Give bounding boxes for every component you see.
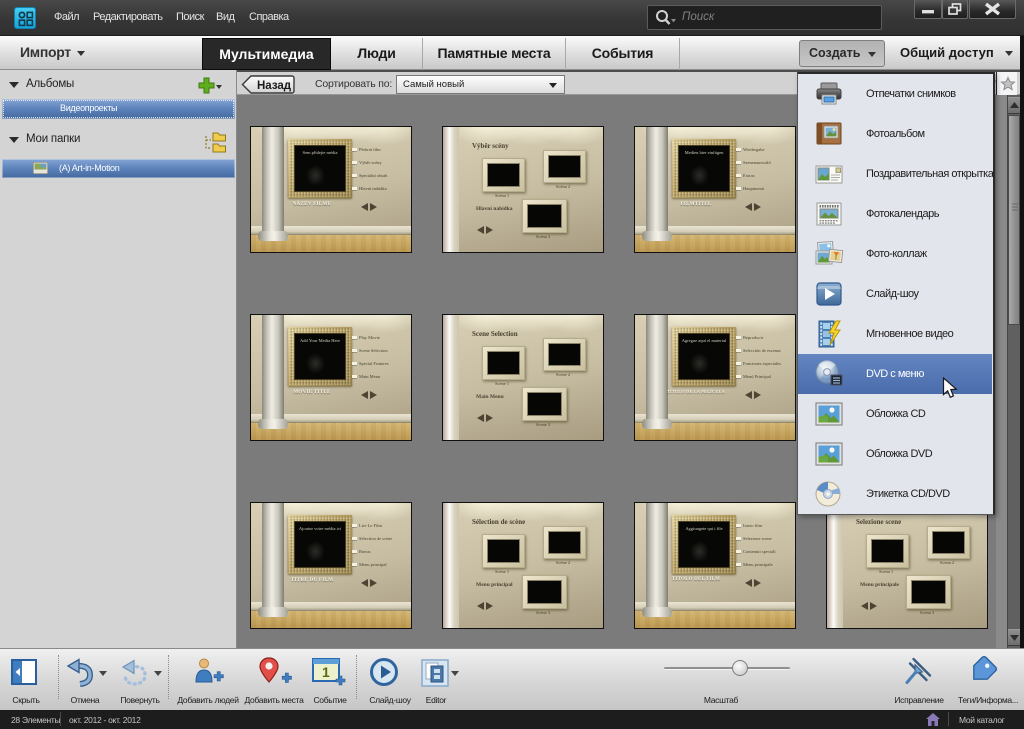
svg-text:1: 1 xyxy=(322,664,330,680)
svg-text:Назад: Назад xyxy=(257,80,292,92)
